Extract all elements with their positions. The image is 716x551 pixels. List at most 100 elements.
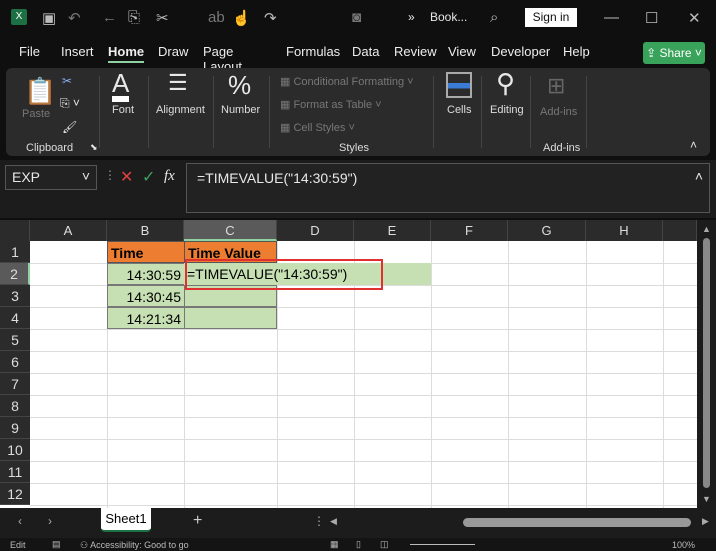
chevron-down-icon[interactable]: ˅	[82, 168, 90, 184]
column-header-d[interactable]: D	[277, 220, 354, 241]
scroll-thumb[interactable]	[703, 238, 710, 488]
name-box[interactable]: EXP ˅	[5, 165, 97, 190]
row-header-1[interactable]: 1	[0, 241, 30, 263]
row-header-4[interactable]: 4	[0, 307, 30, 329]
cell-b4[interactable]: 14:21:34	[107, 307, 185, 329]
row-header-8[interactable]: 8	[0, 395, 30, 417]
cell-styles-button[interactable]: ▦ Cell Styles ˅	[280, 121, 355, 134]
touch-icon[interactable]: ☝	[232, 9, 251, 27]
row-header-6[interactable]: 6	[0, 351, 30, 373]
format-painter-icon[interactable]: 🖌	[62, 120, 77, 134]
tab-developer[interactable]: Developer	[491, 44, 550, 59]
add-sheet-button[interactable]: +	[193, 512, 202, 530]
format-as-table-button[interactable]: ▦ Format as Table ˅	[280, 98, 382, 111]
add-ins-button[interactable]: Add-ins	[540, 106, 577, 118]
column-header-f[interactable]: F	[431, 220, 508, 241]
scroll-right-icon[interactable]: ▶	[702, 516, 709, 527]
scroll-left-icon[interactable]: ◀	[330, 516, 337, 527]
cut-icon[interactable]: ✂	[156, 9, 169, 27]
macro-icon[interactable]: ▤	[52, 539, 61, 550]
select-all[interactable]	[0, 220, 30, 241]
minimize-icon[interactable]: —	[604, 9, 619, 26]
share-button[interactable]: ⇪ Share ˅	[643, 42, 705, 64]
worksheet-grid[interactable]: A B C D E F G H 1 2 3 4 5 6 7 8 9 10 11 …	[0, 220, 697, 508]
cell-styles-icon: ▦	[280, 122, 294, 134]
page-break-view-icon[interactable]: ◫	[380, 539, 389, 550]
copy-icon[interactable]: ⎘	[128, 9, 140, 26]
close-icon[interactable]: ✕	[688, 9, 701, 27]
column-header-h[interactable]: H	[586, 220, 663, 241]
cut-icon[interactable]: ✂	[62, 74, 72, 88]
enter-icon[interactable]: ✓	[142, 167, 155, 187]
tab-data[interactable]: Data	[352, 44, 379, 59]
cell-b2[interactable]: 14:30:59	[107, 263, 185, 285]
tab-review[interactable]: Review	[394, 44, 437, 59]
expand-formula-icon[interactable]: ˄	[695, 168, 703, 184]
page-layout-view-icon[interactable]: ▯	[356, 539, 361, 550]
row-header-10[interactable]: 10	[0, 439, 30, 461]
cell-b1[interactable]: Time	[107, 241, 185, 263]
font-button[interactable]: Font	[112, 104, 134, 116]
search-icon[interactable]: ⌕	[490, 9, 498, 26]
row-header-3[interactable]: 3	[0, 285, 30, 307]
save-icon[interactable]: ▣	[42, 9, 56, 27]
formula-text: =TIMEVALUE("14:30:59")	[197, 170, 358, 186]
tab-draw[interactable]: Draw	[158, 44, 188, 59]
insert-function-button[interactable]: fx	[164, 168, 175, 185]
tab-file[interactable]: File	[19, 44, 40, 59]
back-icon[interactable]: ←	[102, 9, 117, 26]
more-icon[interactable]: ⋮	[104, 168, 116, 182]
cell-c4[interactable]	[184, 307, 277, 329]
vertical-scrollbar[interactable]: ▲ ▼	[697, 220, 716, 508]
more-options-icon[interactable]: ⋮	[313, 514, 325, 528]
normal-view-icon[interactable]: ▦	[330, 539, 339, 550]
conditional-formatting-button[interactable]: ▦ Conditional Formatting ˅	[280, 75, 414, 88]
column-header-a[interactable]: A	[30, 220, 107, 241]
accessibility-status[interactable]: ⚇ Accessibility: Good to go	[80, 540, 189, 551]
formula-input[interactable]: =TIMEVALUE("14:30:59") ˄	[186, 163, 710, 213]
overflow-button[interactable]: »	[408, 10, 415, 24]
collapse-ribbon-icon[interactable]: ˄	[690, 138, 697, 152]
row-header-9[interactable]: 9	[0, 417, 30, 439]
tab-formulas[interactable]: Formulas	[286, 44, 340, 59]
zoom-level[interactable]: 100%	[672, 540, 695, 550]
scroll-up-icon[interactable]: ▲	[702, 224, 711, 234]
camera-icon[interactable]: ◙	[352, 9, 361, 26]
column-header-partial[interactable]	[663, 220, 697, 241]
redo-icon[interactable]: ↷	[264, 9, 277, 27]
copy-icon[interactable]: ⎘ ˅	[60, 96, 80, 111]
row-header-2[interactable]: 2	[0, 263, 30, 285]
scroll-down-icon[interactable]: ▼	[702, 494, 711, 504]
sign-in-button[interactable]: Sign in	[525, 8, 577, 27]
tab-help[interactable]: Help	[563, 44, 590, 59]
horizontal-scrollbar[interactable]	[463, 518, 691, 527]
column-header-c[interactable]: C	[184, 220, 277, 241]
spelling-icon[interactable]: ab	[208, 9, 225, 26]
undo-icon[interactable]: ↶	[68, 9, 81, 27]
zoom-slider[interactable]	[410, 544, 475, 545]
next-sheet-icon[interactable]: ›	[48, 514, 52, 528]
dialog-launcher-icon[interactable]: ⬊	[90, 142, 98, 153]
maximize-icon[interactable]: ☐	[645, 9, 658, 27]
clipboard-group-label: Clipboard	[26, 142, 74, 154]
alignment-button[interactable]: Alignment	[156, 104, 205, 116]
row-header-5[interactable]: 5	[0, 329, 30, 351]
column-header-e[interactable]: E	[354, 220, 431, 241]
tab-home[interactable]: Home	[108, 44, 145, 63]
row-header-11[interactable]: 11	[0, 461, 30, 483]
sheet-tab-sheet1[interactable]: Sheet1	[101, 508, 151, 532]
cancel-icon[interactable]: ✕	[120, 167, 133, 187]
tab-insert[interactable]: Insert	[61, 44, 94, 59]
row-header-7[interactable]: 7	[0, 373, 30, 395]
number-button[interactable]: Number	[221, 104, 260, 116]
status-bar: Edit ▤ ⚇ Accessibility: Good to go ▦ ▯ ◫…	[0, 538, 716, 551]
prev-sheet-icon[interactable]: ‹	[18, 514, 22, 528]
tab-view[interactable]: View	[448, 44, 476, 59]
editing-button[interactable]: Editing	[490, 104, 524, 116]
column-header-b[interactable]: B	[107, 220, 184, 241]
column-header-g[interactable]: G	[508, 220, 586, 241]
row-header-12[interactable]: 12	[0, 483, 30, 505]
paste-button[interactable]: Paste	[22, 108, 50, 120]
cell-b3[interactable]: 14:30:45	[107, 285, 185, 307]
cells-button[interactable]: Cells	[447, 104, 471, 116]
